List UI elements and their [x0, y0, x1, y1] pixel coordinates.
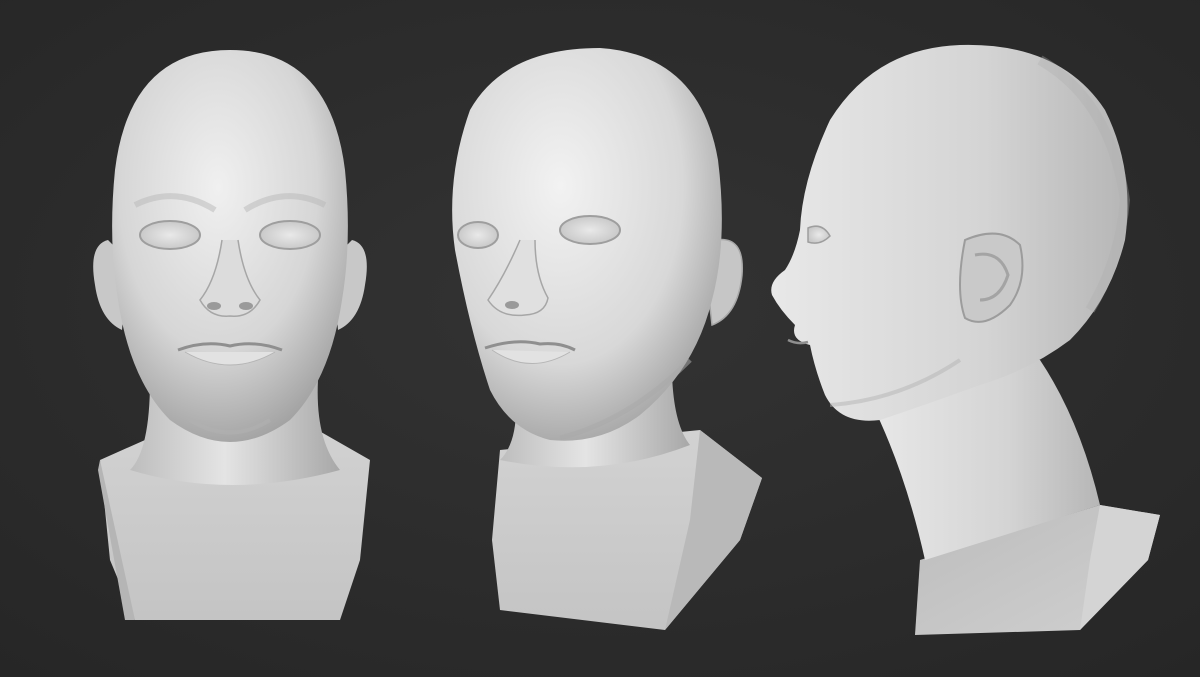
head-front-view [93, 50, 370, 620]
sculpt-render-scene [0, 0, 1200, 677]
right-nostril [239, 302, 253, 310]
right-eye [559, 215, 621, 245]
left-eye [139, 220, 201, 250]
nostril [505, 301, 519, 309]
right-eye [259, 220, 321, 250]
left-eye [457, 221, 499, 249]
left-nostril [207, 302, 221, 310]
render-canvas [0, 0, 1200, 677]
